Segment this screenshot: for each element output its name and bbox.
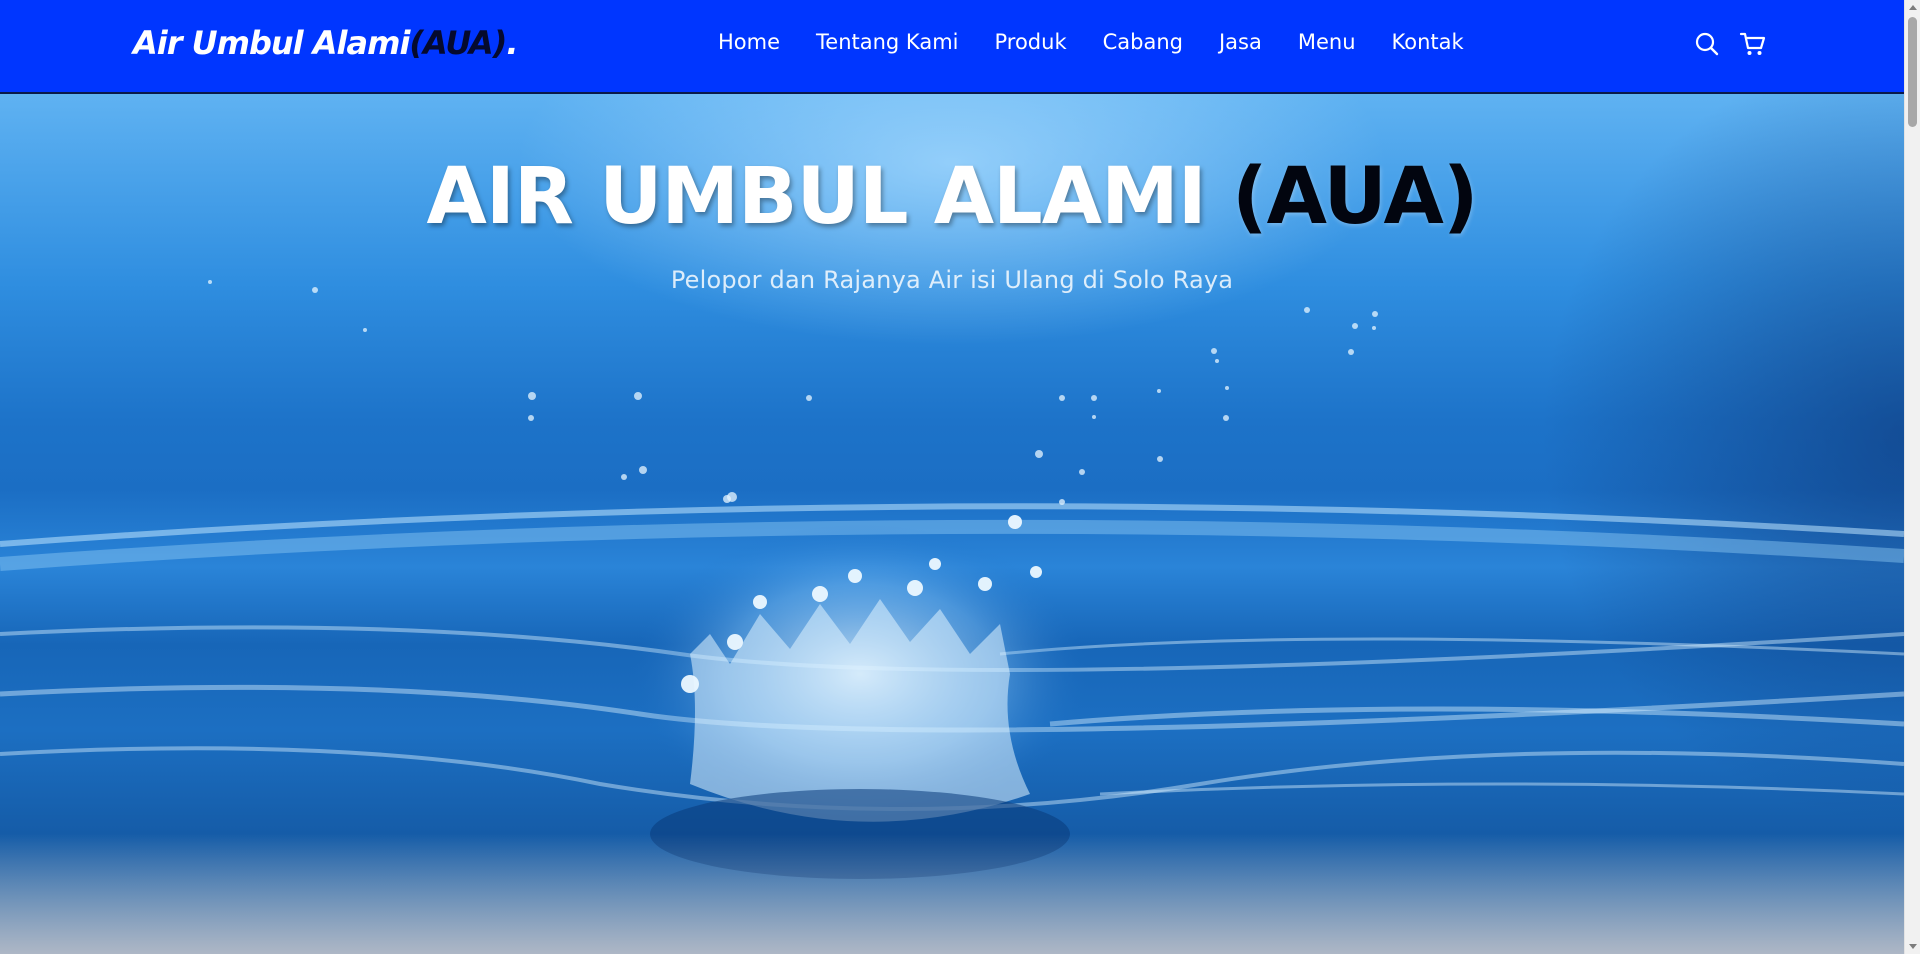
nav-link-jasa[interactable]: Jasa <box>1219 27 1262 57</box>
hero-subtitle: Pelopor dan Rajanya Air isi Ulang di Sol… <box>670 266 1234 294</box>
navbar: Air Umbul Alami(AUA). Home Tentang Kami … <box>0 0 1904 94</box>
logo-accent-text: (AUA) <box>409 24 507 62</box>
nav-link-kontak[interactable]: Kontak <box>1392 27 1464 57</box>
nav-link-home[interactable]: Home <box>718 27 780 57</box>
logo-main-text: Air Umbul Alami <box>133 24 410 62</box>
shopping-cart-icon[interactable] <box>1739 30 1767 58</box>
scroll-down-arrow-icon[interactable] <box>1909 944 1917 949</box>
nav-link-menu[interactable]: Menu <box>1298 27 1356 57</box>
hero-title-main: AIR UMBUL ALAMI <box>426 152 1206 242</box>
hero-section: AIR UMBUL ALAMI (AUA) Pelopor dan Rajany… <box>0 94 1904 954</box>
nav-menu: Home Tentang Kami Produk Cabang Jasa Men… <box>718 27 1500 57</box>
nav-link-produk[interactable]: Produk <box>994 27 1066 57</box>
search-icon[interactable] <box>1693 30 1721 58</box>
logo-dot: . <box>506 24 518 62</box>
hero-title: AIR UMBUL ALAMI (AUA) <box>0 152 1904 242</box>
hero-title-accent: (AUA) <box>1231 152 1479 242</box>
logo[interactable]: Air Umbul Alami(AUA). <box>133 24 518 62</box>
scroll-up-arrow-icon[interactable] <box>1909 5 1917 10</box>
nav-link-cabang[interactable]: Cabang <box>1103 27 1183 57</box>
scroll-thumb[interactable] <box>1908 17 1917 127</box>
nav-icons <box>1693 30 1767 58</box>
page-scrollbar[interactable] <box>1904 0 1920 954</box>
nav-link-tentang-kami[interactable]: Tentang Kami <box>816 27 958 57</box>
